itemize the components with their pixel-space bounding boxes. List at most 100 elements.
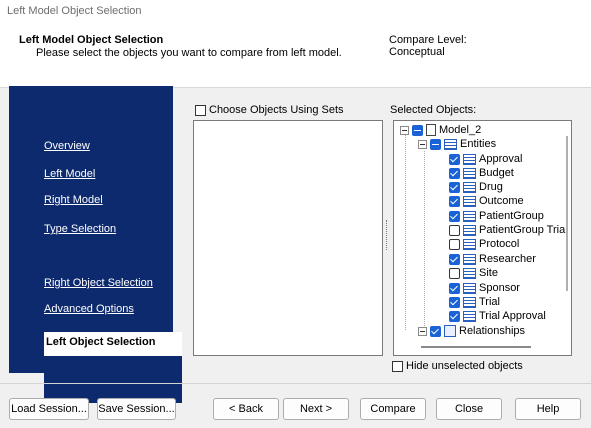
nav-left-object-selection[interactable]: Left Object Selection [44,332,182,356]
tree-row-entities[interactable]: Entities [418,137,496,151]
nav-type-selection[interactable]: Type Selection [44,223,116,235]
entities-label: Entities [460,138,497,150]
tree-row-entity[interactable]: Site [449,266,498,280]
nav-right-object-selection[interactable]: Right Object Selection [44,277,153,289]
page-subtitle: Please select the objects you want to co… [36,47,342,59]
window-title: Left Model Object Selection [7,5,142,17]
entity-icon [463,253,476,265]
save-session-button[interactable]: Save Session... [97,398,176,420]
model-checkbox[interactable] [412,124,423,136]
hide-unselected-label: Hide unselected objects [406,360,523,372]
entity-label: Outcome [479,195,524,207]
page-title: Left Model Object Selection [19,34,164,46]
entity-label: Site [479,267,498,279]
wizard-nav: Overview Left Model Right Model Type Sel… [9,86,182,403]
hide-unselected-checkbox[interactable]: Hide unselected objects [392,360,523,372]
entity-icon [463,282,476,294]
selected-objects-tree[interactable]: Model_2 Entities Approval Budget Drug Ou… [393,120,572,356]
compare-button[interactable]: Compare [360,398,426,420]
entity-label: Researcher [479,253,536,265]
nav-lower-block [44,356,182,403]
nav-advanced-options[interactable]: Advanced Options [44,303,134,315]
entity-label: PatientGroup Tria [479,224,566,236]
tree-guide-line [405,135,406,330]
choose-sets-box[interactable] [195,104,206,116]
nav-right-model[interactable]: Right Model [44,194,103,206]
entity-checkbox[interactable] [449,153,460,165]
tree-row-entity[interactable]: PatientGroup Tria [449,223,565,237]
tree-row-entity[interactable]: Outcome [449,194,524,208]
entity-checkbox[interactable] [449,296,460,308]
entity-icon [463,238,476,250]
tree-row-entity[interactable]: Drug [449,180,503,194]
hide-unselected-box[interactable] [392,360,403,372]
selected-objects-label: Selected Objects: [390,104,477,116]
entity-icon [463,181,476,193]
entities-checkbox[interactable] [430,138,441,150]
entity-icon [463,267,476,279]
entity-checkbox[interactable] [449,181,460,193]
splitter-grip[interactable] [386,220,388,250]
entity-icon [463,153,476,165]
entity-checkbox[interactable] [449,210,460,222]
tree-guide-line-2 [424,151,425,326]
tree-row-entity[interactable]: Trial Approval [449,309,546,323]
nav-left-model[interactable]: Left Model [44,168,95,180]
back-button[interactable]: < Back [213,398,279,420]
entity-label: Approval [479,153,523,165]
collapse-icon[interactable] [400,125,409,135]
entity-checkbox[interactable] [449,310,460,322]
entity-label: Trial Approval [479,310,546,322]
compare-level-value: Conceptual [389,46,445,58]
tree-vertical-scrollbar[interactable] [566,136,568,291]
tree-row-entity[interactable]: Trial [449,295,500,309]
tree-horizontal-scrollbar[interactable] [421,346,531,348]
tree-row-relationships[interactable]: Relationships [418,324,525,338]
entity-checkbox[interactable] [449,224,460,236]
entity-group-icon [444,138,457,150]
tree-row-entity[interactable]: Sponsor [449,281,520,295]
load-session-button[interactable]: Load Session... [9,398,89,420]
next-button[interactable]: Next > [283,398,349,420]
choose-sets-label: Choose Objects Using Sets [209,104,344,116]
file-icon [426,124,436,136]
relationships-label: Relationships [459,325,526,337]
entity-checkbox[interactable] [449,267,460,279]
tree-row-entity[interactable]: Researcher [449,252,536,266]
footer-separator [0,383,591,384]
nav-active-label: Left Object Selection [46,336,156,348]
compare-level-label: Compare Level: [389,34,467,46]
tree-row-entity[interactable]: Budget [449,166,514,180]
nav-overview[interactable]: Overview [44,140,90,152]
entity-checkbox[interactable] [449,282,460,294]
relationship-icon [444,325,456,337]
expand-icon[interactable] [418,326,427,336]
close-button[interactable]: Close [436,398,502,420]
entity-icon [463,195,476,207]
entity-label: Sponsor [479,282,520,294]
collapse-icon[interactable] [418,139,427,149]
choose-sets-checkbox[interactable]: Choose Objects Using Sets [195,104,344,116]
entity-checkbox[interactable] [449,195,460,207]
help-button[interactable]: Help [515,398,581,420]
relationships-checkbox[interactable] [430,325,441,337]
entity-icon [463,224,476,236]
entity-checkbox[interactable] [449,167,460,179]
wizard-header: Left Model Object Selection Please selec… [0,24,591,88]
entity-checkbox[interactable] [449,253,460,265]
title-bar: Left Model Object Selection [0,0,591,24]
entity-checkbox[interactable] [449,238,460,250]
entity-icon [463,296,476,308]
tree-row-model[interactable]: Model_2 [400,123,481,137]
entity-label: Budget [479,167,514,179]
tree-row-entity[interactable]: Approval [449,152,522,166]
object-sets-list[interactable] [193,120,383,356]
model-label: Model_2 [439,124,482,136]
entity-icon [463,210,476,222]
tree-row-entity[interactable]: Protocol [449,237,519,251]
tree-row-entity[interactable]: PatientGroup [449,209,544,223]
entity-label: Trial [479,296,500,308]
entity-icon [463,167,476,179]
entity-label: Protocol [479,238,520,250]
entity-label: PatientGroup [479,210,544,222]
